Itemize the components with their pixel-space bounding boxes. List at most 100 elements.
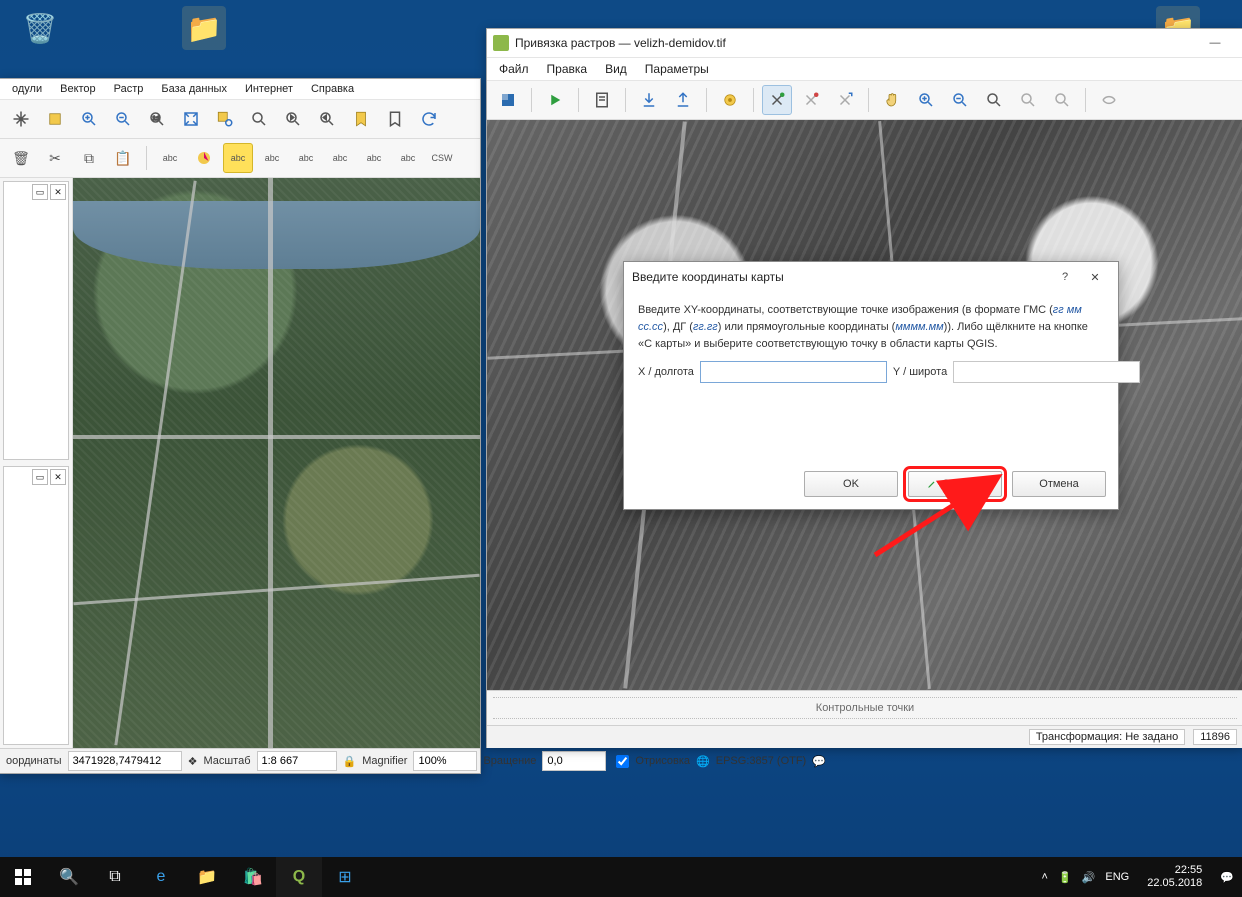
refresh-icon[interactable]: [414, 104, 444, 134]
transform-status: Трансформация: Не задано: [1029, 729, 1185, 745]
zoom-native-icon[interactable]: 1:1: [142, 104, 172, 134]
language-indicator[interactable]: ENG: [1105, 871, 1129, 883]
explorer-icon[interactable]: 📁: [184, 857, 230, 897]
menu-raster[interactable]: Растр: [106, 81, 152, 97]
menu-modules[interactable]: одули: [4, 81, 50, 97]
start-georef-icon[interactable]: [540, 85, 570, 115]
tray-chevron-icon[interactable]: ˄: [1042, 871, 1048, 883]
rotation-input[interactable]: [542, 751, 606, 771]
messages-icon[interactable]: 💬: [812, 755, 826, 768]
add-point-icon[interactable]: [762, 85, 792, 115]
minimize-button[interactable]: —: [1193, 29, 1237, 57]
crs-icon[interactable]: 🌐: [696, 755, 710, 768]
label-move-icon[interactable]: abc: [325, 143, 355, 173]
magnifier-label: Magnifier: [362, 755, 407, 767]
menu-edit[interactable]: Правка: [539, 60, 596, 78]
zoom-full-icon[interactable]: [176, 104, 206, 134]
qgis-map-canvas[interactable]: [73, 178, 480, 748]
clock[interactable]: 22:5522.05.2018: [1139, 864, 1210, 889]
panel-close-icon[interactable]: ✕: [50, 469, 66, 485]
move-point-icon[interactable]: [830, 85, 860, 115]
battery-icon[interactable]: 🔋: [1058, 871, 1072, 884]
folder-icon[interactable]: 📁: [182, 6, 226, 50]
transformation-settings-icon[interactable]: [715, 85, 745, 115]
zoom-out-icon[interactable]: [945, 85, 975, 115]
zoom-out-icon[interactable]: [108, 104, 138, 134]
panel-close-icon[interactable]: ✕: [50, 184, 66, 200]
zoom-layer-icon[interactable]: [979, 85, 1009, 115]
label-change-icon[interactable]: abc: [393, 143, 423, 173]
new-bookmark-icon[interactable]: [346, 104, 376, 134]
settings-taskbar-icon[interactable]: ⊞: [322, 857, 368, 897]
qgis-main-window: одули Вектор Растр База данных Интернет …: [0, 78, 481, 774]
label-highlight-icon[interactable]: abc: [223, 143, 253, 173]
menu-database[interactable]: База данных: [153, 81, 235, 97]
coord-input[interactable]: [68, 751, 182, 771]
qgis-taskbar-icon[interactable]: Q: [276, 857, 322, 897]
csw-icon[interactable]: CSW: [427, 143, 457, 173]
menu-view[interactable]: Вид: [597, 60, 635, 78]
copy-icon[interactable]: ⧉: [74, 143, 104, 173]
save-gcp-icon[interactable]: [668, 85, 698, 115]
lock-icon[interactable]: 🔒: [343, 755, 357, 768]
menu-vector[interactable]: Вектор: [52, 81, 104, 97]
notifications-icon[interactable]: 💬: [1220, 871, 1234, 884]
extents-icon[interactable]: ❖: [188, 755, 198, 768]
browser-panel[interactable]: ▭✕: [3, 466, 69, 745]
crs-label[interactable]: EPSG:3857 (OTF): [716, 755, 806, 767]
from-map-button[interactable]: С карты: [908, 471, 1002, 497]
label-unpin-icon[interactable]: abc: [291, 143, 321, 173]
zoom-next-icon[interactable]: [1047, 85, 1077, 115]
zoom-next-icon[interactable]: [312, 104, 342, 134]
y-latitude-label: Y / широта: [893, 364, 947, 381]
menu-file[interactable]: Файл: [491, 60, 537, 78]
gcp-table-header[interactable]: Контрольные точки: [487, 690, 1242, 725]
label-pin-icon[interactable]: abc: [257, 143, 287, 173]
label-abc-icon[interactable]: abc: [155, 143, 185, 173]
recycle-bin-icon[interactable]: 🗑️: [18, 6, 62, 50]
ok-button[interactable]: OK: [804, 471, 898, 497]
paste-icon[interactable]: 📋: [108, 143, 138, 173]
menu-settings[interactable]: Параметры: [637, 60, 717, 78]
link-georef-icon[interactable]: [1094, 85, 1124, 115]
zoom-in-icon[interactable]: [911, 85, 941, 115]
diagram-icon[interactable]: [189, 143, 219, 173]
edge-icon[interactable]: e: [138, 857, 184, 897]
task-view-icon[interactable]: ⧉: [92, 857, 138, 897]
pan-to-selection-icon[interactable]: [40, 104, 70, 134]
menu-web[interactable]: Интернет: [237, 81, 301, 97]
open-raster-icon[interactable]: [493, 85, 523, 115]
panel-undock-icon[interactable]: ▭: [32, 469, 48, 485]
search-icon[interactable]: 🔍: [46, 857, 92, 897]
zoom-layer-icon[interactable]: [244, 104, 274, 134]
panel-undock-icon[interactable]: ▭: [32, 184, 48, 200]
zoom-in-icon[interactable]: [74, 104, 104, 134]
start-button[interactable]: [0, 857, 46, 897]
cut-icon[interactable]: ✂: [40, 143, 70, 173]
generate-script-icon[interactable]: [587, 85, 617, 115]
pan-icon[interactable]: [877, 85, 907, 115]
zoom-selection-icon[interactable]: [210, 104, 240, 134]
volume-icon[interactable]: 🔊: [1082, 871, 1096, 884]
delete-icon[interactable]: 🗑: [6, 143, 36, 173]
dialog-titlebar[interactable]: Введите координаты карты ? ✕: [624, 262, 1118, 292]
zoom-last-icon[interactable]: [1013, 85, 1043, 115]
georef-titlebar[interactable]: Привязка растров — velizh-demidov.tif —: [487, 29, 1242, 58]
menu-help[interactable]: Справка: [303, 81, 362, 97]
show-bookmarks-icon[interactable]: [380, 104, 410, 134]
y-latitude-input[interactable]: [953, 361, 1140, 383]
magnifier-input[interactable]: [413, 751, 477, 771]
store-icon[interactable]: 🛍️: [230, 857, 276, 897]
help-button[interactable]: ?: [1050, 263, 1080, 291]
label-rotate-icon[interactable]: abc: [359, 143, 389, 173]
scale-input[interactable]: [257, 751, 337, 771]
zoom-last-icon[interactable]: [278, 104, 308, 134]
delete-point-icon[interactable]: [796, 85, 826, 115]
layers-panel[interactable]: ▭✕: [3, 181, 69, 460]
load-gcp-icon[interactable]: [634, 85, 664, 115]
x-longitude-input[interactable]: [700, 361, 887, 383]
render-checkbox[interactable]: Отрисовка: [612, 752, 690, 771]
cancel-button[interactable]: Отмена: [1012, 471, 1106, 497]
pan-icon[interactable]: [6, 104, 36, 134]
close-button[interactable]: ✕: [1080, 263, 1110, 291]
